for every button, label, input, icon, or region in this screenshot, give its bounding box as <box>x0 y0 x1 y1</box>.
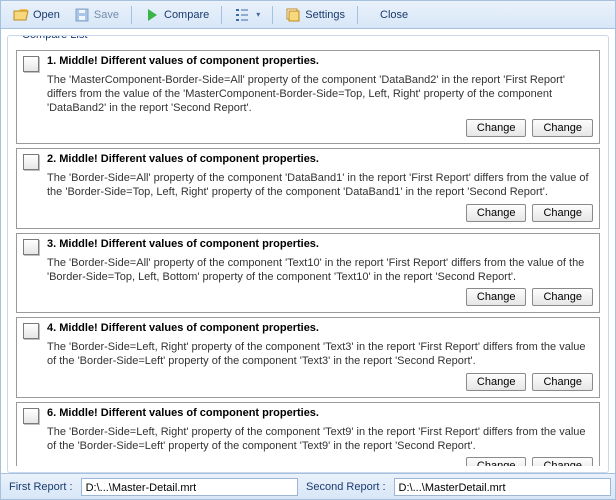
list-item: 6. Middle! Different values of component… <box>16 402 600 466</box>
item-checkbox[interactable] <box>23 154 39 170</box>
play-icon <box>144 7 160 23</box>
open-label: Open <box>33 9 60 21</box>
item-checkbox[interactable] <box>23 56 39 72</box>
change-button-2[interactable]: Change <box>532 204 593 222</box>
change-button-1[interactable]: Change <box>466 204 527 222</box>
first-report-path[interactable]: D:\...\Master-Detail.mrt <box>81 478 298 496</box>
settings-button[interactable]: Settings <box>279 5 351 25</box>
save-label: Save <box>94 9 119 21</box>
item-body: The 'Border-Side=All' property of the co… <box>47 257 593 285</box>
change-button-1[interactable]: Change <box>466 373 527 391</box>
second-report-label: Second Report : <box>302 481 390 493</box>
item-title: 6. Middle! Different values of component… <box>47 407 319 419</box>
separator <box>131 6 132 24</box>
compare-list-group: Compare List 1. Middle! Different values… <box>7 35 609 473</box>
checklist-button[interactable]: ▾ <box>228 5 266 25</box>
change-button-1[interactable]: Change <box>466 457 527 466</box>
second-report-path[interactable]: D:\...\MasterDetail.mrt <box>394 478 611 496</box>
change-button-2[interactable]: Change <box>532 119 593 137</box>
separator <box>357 6 358 24</box>
item-title: 4. Middle! Different values of component… <box>47 322 319 334</box>
separator <box>221 6 222 24</box>
settings-icon <box>285 7 301 23</box>
list-item: 4. Middle! Different values of component… <box>16 317 600 398</box>
item-title: 1. Middle! Different values of component… <box>47 55 319 67</box>
first-report-label: First Report : <box>5 481 77 493</box>
item-checkbox[interactable] <box>23 323 39 339</box>
list-item: 1. Middle! Different values of component… <box>16 50 600 144</box>
group-title: Compare List <box>18 35 91 41</box>
checklist-icon <box>234 7 250 23</box>
item-checkbox[interactable] <box>23 408 39 424</box>
close-button[interactable]: Close <box>374 7 414 23</box>
item-checkbox[interactable] <box>23 239 39 255</box>
status-bar: First Report : D:\...\Master-Detail.mrt … <box>1 473 615 499</box>
save-icon <box>74 7 90 23</box>
item-title: 2. Middle! Different values of component… <box>47 153 319 165</box>
chevron-down-icon: ▾ <box>256 10 260 19</box>
compare-button[interactable]: Compare <box>138 5 215 25</box>
close-label: Close <box>380 9 408 21</box>
item-title: 3. Middle! Different values of component… <box>47 238 319 250</box>
separator <box>272 6 273 24</box>
settings-label: Settings <box>305 9 345 21</box>
item-body: The 'Border-Side=All' property of the co… <box>47 172 593 200</box>
open-icon <box>13 7 29 23</box>
item-body: The 'Border-Side=Left, Right' property o… <box>47 341 593 369</box>
item-body: The 'MasterComponent-Border-Side=All' pr… <box>47 74 593 115</box>
compare-label: Compare <box>164 9 209 21</box>
change-button-2[interactable]: Change <box>532 457 593 466</box>
item-body: The 'Border-Side=Left, Right' property o… <box>47 426 593 454</box>
list-item: 3. Middle! Different values of component… <box>16 233 600 314</box>
save-button[interactable]: Save <box>68 5 125 25</box>
open-button[interactable]: Open <box>7 5 66 25</box>
change-button-2[interactable]: Change <box>532 288 593 306</box>
change-button-2[interactable]: Change <box>532 373 593 391</box>
list-item: 2. Middle! Different values of component… <box>16 148 600 229</box>
change-button-1[interactable]: Change <box>466 119 527 137</box>
toolbar: Open Save Compare ▾ Settings Close <box>1 1 615 29</box>
change-button-1[interactable]: Change <box>466 288 527 306</box>
compare-list-scroll[interactable]: 1. Middle! Different values of component… <box>14 46 602 466</box>
